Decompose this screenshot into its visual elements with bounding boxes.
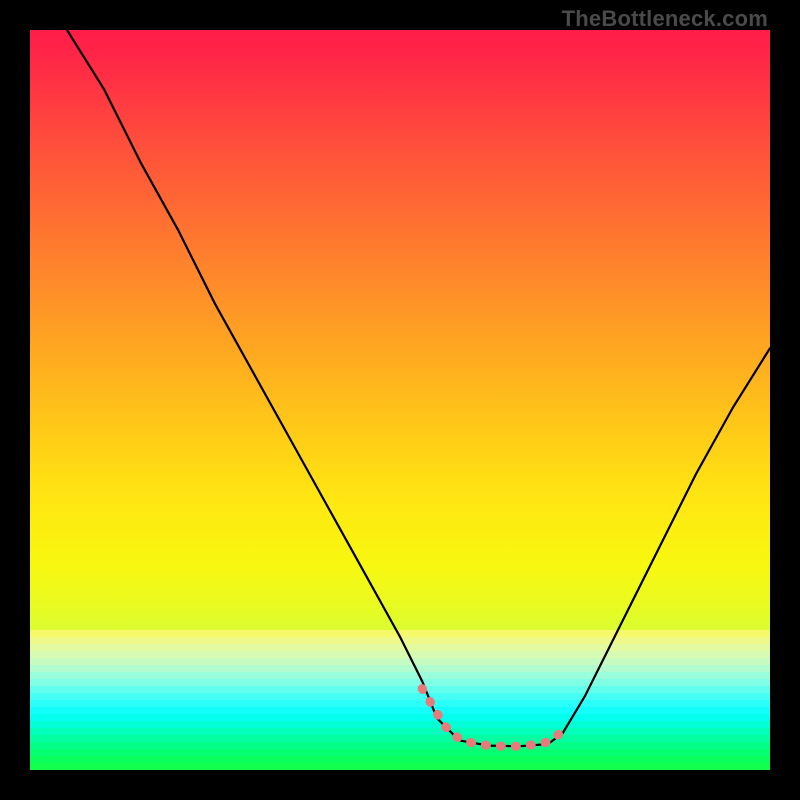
bottleneck-curve-path xyxy=(67,30,770,746)
watermark-text: TheBottleneck.com xyxy=(562,6,768,32)
highlight-markers xyxy=(422,689,563,747)
chart-canvas: TheBottleneck.com xyxy=(0,0,800,800)
plot-area xyxy=(30,30,770,770)
curve-svg xyxy=(30,30,770,770)
